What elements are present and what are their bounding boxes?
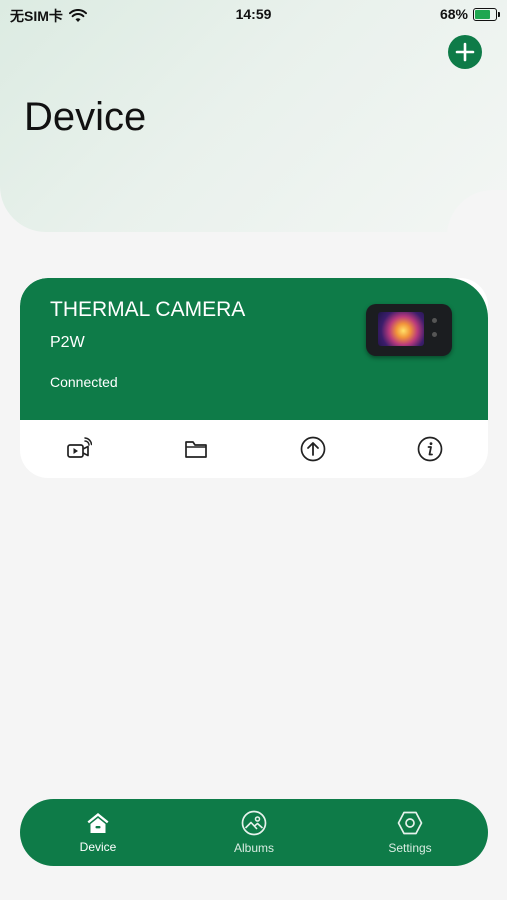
nav-item-albums[interactable]: Albums (199, 810, 309, 855)
device-card[interactable]: THERMAL CAMERA P2W Connected (20, 278, 488, 478)
device-card-header[interactable]: THERMAL CAMERA P2W Connected (20, 278, 488, 420)
albums-icon (241, 810, 267, 836)
plus-icon (455, 42, 475, 62)
upload-icon (300, 436, 325, 462)
nav-label-device: Device (79, 840, 117, 854)
thermal-camera-image (366, 304, 452, 356)
bottom-nav: Device Albums Settings (20, 799, 488, 866)
device-model: P2W (50, 334, 85, 351)
live-video-icon (66, 437, 92, 458)
home-icon (87, 813, 109, 833)
battery-percent: 68% (439, 6, 468, 22)
settings-icon (397, 811, 423, 835)
info-icon (417, 436, 442, 462)
page-title: Device (24, 95, 147, 139)
folder-icon (184, 441, 207, 458)
battery-group: 68% (439, 6, 500, 22)
live-view-button[interactable] (59, 429, 99, 469)
status-bar: 无SIM卡 14:59 68% (0, 0, 507, 28)
nav-item-device[interactable]: Device (43, 811, 153, 854)
upgrade-button[interactable] (293, 429, 333, 469)
device-status: Connected (50, 374, 118, 390)
files-button[interactable] (176, 429, 216, 469)
add-device-button[interactable] (448, 35, 482, 69)
nav-label-settings: Settings (388, 841, 432, 855)
nav-item-settings[interactable]: Settings (355, 810, 465, 855)
status-time: 14:59 (235, 6, 272, 22)
device-name: THERMAL CAMERA (50, 298, 246, 321)
device-info-button[interactable] (410, 429, 450, 469)
nav-label-albums: Albums (233, 841, 274, 855)
battery-icon (473, 7, 500, 21)
device-actions (20, 420, 488, 478)
